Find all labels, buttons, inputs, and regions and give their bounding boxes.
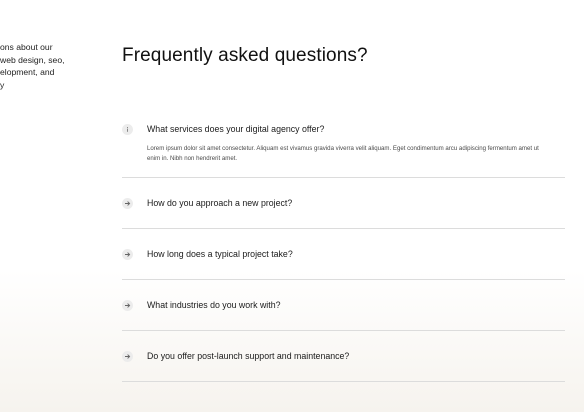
arrow-right-icon — [122, 248, 133, 260]
faq-question-industries[interactable]: What industries do you work with? — [122, 280, 565, 330]
faq-item: What industries do you work with? — [122, 280, 565, 331]
faq-question-text: How do you approach a new project? — [147, 198, 293, 208]
faq-answer-text: Lorem ipsum dolor sit amet consectetur. … — [147, 145, 539, 162]
arrow-right-icon — [122, 350, 133, 362]
faq-item: Do you offer post-launch support and mai… — [122, 331, 565, 382]
faq-item: How long does a typical project take? — [122, 229, 565, 280]
faq-question-support[interactable]: Do you offer post-launch support and mai… — [122, 331, 565, 381]
faq-list: What services does your digital agency o… — [122, 114, 565, 382]
faq-question-approach[interactable]: How do you approach a new project? — [122, 178, 565, 228]
faq-question-text: How long does a typical project take? — [147, 249, 293, 259]
faq-question-duration[interactable]: How long does a typical project take? — [122, 229, 565, 279]
faq-question-text: What industries do you work with? — [147, 300, 281, 310]
arrow-right-icon — [122, 299, 133, 311]
intro-text: ons about our web design, seo, elopment,… — [0, 42, 65, 90]
faq-item: How do you approach a new project? — [122, 178, 565, 229]
faq-item: What services does your digital agency o… — [122, 114, 565, 178]
arrow-right-icon — [122, 197, 133, 209]
info-icon — [122, 123, 133, 135]
faq-question-text: What services does your digital agency o… — [147, 124, 325, 134]
faq-question-services[interactable]: What services does your digital agency o… — [122, 114, 565, 144]
faq-title: Frequently asked questions? — [122, 45, 368, 66]
faq-question-text: Do you offer post-launch support and mai… — [147, 351, 350, 361]
